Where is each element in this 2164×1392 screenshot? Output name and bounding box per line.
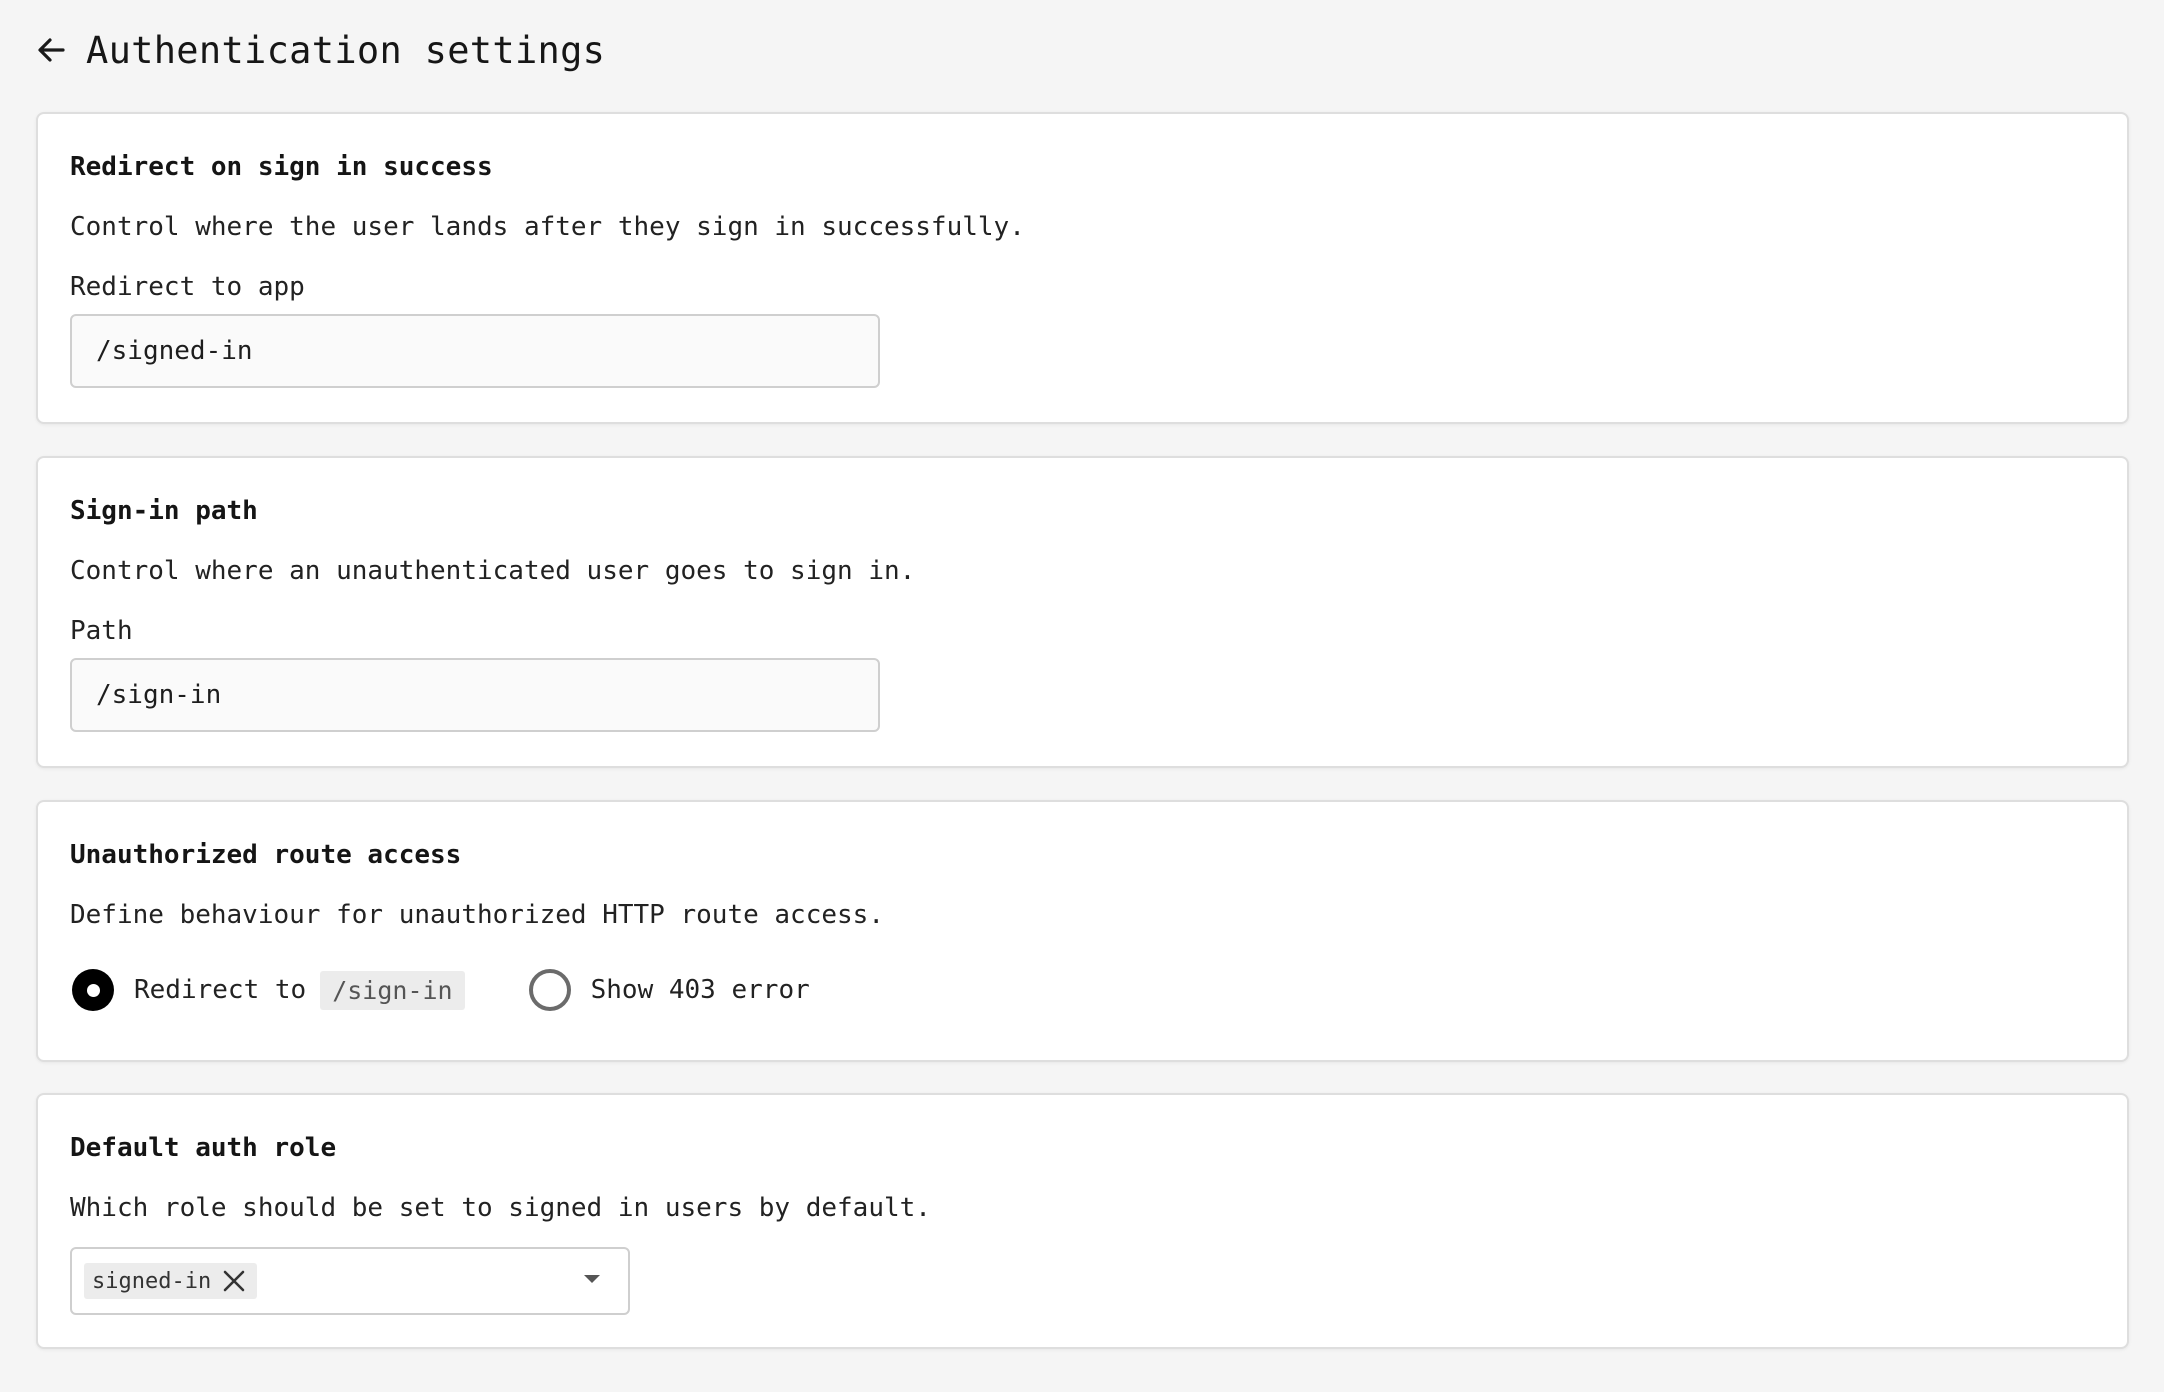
default-auth-role-card: Default auth role Which role should be s… (36, 1093, 2129, 1349)
redirect-to-app-label: Redirect to app (70, 272, 305, 302)
page-header: Authentication settings (34, 22, 605, 78)
radio-label: Show 403 error (590, 975, 810, 1005)
back-button[interactable] (34, 33, 68, 67)
section-title: Default auth role (70, 1133, 337, 1163)
section-description: Which role should be set to signed in us… (70, 1193, 931, 1223)
page-title: Authentication settings (86, 28, 606, 72)
show-403-error-option[interactable]: Show 403 error (528, 969, 810, 1011)
remove-tag-button[interactable] (219, 1266, 249, 1296)
section-description: Control where an unauthenticated user go… (70, 556, 916, 586)
redirect-on-success-card: Redirect on sign in success Control wher… (36, 112, 2129, 424)
radio-selected[interactable] (72, 969, 114, 1011)
close-icon (223, 1270, 245, 1292)
path-label: Path (70, 616, 133, 646)
unauthorized-route-access-card: Unauthorized route access Define behavio… (36, 800, 2129, 1062)
sign-in-path-input[interactable] (70, 658, 880, 732)
role-tag-label: signed-in (92, 1268, 212, 1294)
auth-settings-page: Authentication settings Redirect on sign… (0, 0, 2164, 1392)
radio-label: Redirect to (134, 975, 307, 1005)
arrow-left-icon (38, 38, 65, 62)
section-description: Control where the user lands after they … (70, 212, 1025, 242)
section-title: Sign-in path (70, 496, 258, 526)
section-title: Unauthorized route access (70, 840, 462, 870)
redirect-to-app-input[interactable] (70, 314, 880, 388)
caret-down-icon[interactable] (584, 1275, 600, 1283)
sign-in-path-code: /sign-in (320, 970, 465, 1010)
section-description: Define behaviour for unauthorized HTTP r… (70, 900, 884, 930)
redirect-to-sign-in-option[interactable]: Redirect to /sign-in (72, 969, 465, 1011)
default-role-select[interactable]: signed-in (70, 1247, 630, 1315)
unauthorized-behaviour-radio-group: Redirect to /sign-in Show 403 error (72, 969, 810, 1011)
section-title: Redirect on sign in success (70, 152, 493, 182)
role-tag: signed-in (84, 1263, 258, 1299)
radio-unselected[interactable] (528, 969, 571, 1011)
sign-in-path-card: Sign-in path Control where an unauthenti… (36, 456, 2129, 768)
